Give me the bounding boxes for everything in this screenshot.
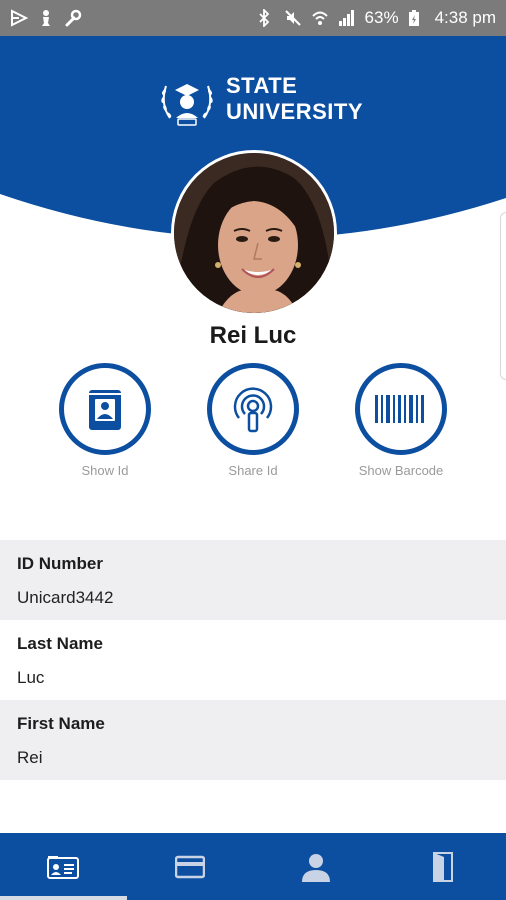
logo-line-2: UNIVERSITY [226,99,364,124]
info-label: First Name [17,714,105,733]
profile-photo [174,153,334,313]
show-barcode-circle[interactable] [355,363,447,455]
nav-id-card[interactable] [0,833,127,900]
info-list: ID Number Unicard3442 Last Name Luc Firs… [0,540,506,780]
info-row-id-number: ID Number Unicard3442 [0,540,506,620]
nav-profile[interactable] [253,833,380,900]
person-icon [302,853,331,882]
drawer-handle[interactable] [500,212,506,380]
show-id-circle[interactable] [59,363,151,455]
info-value: Rei [17,748,43,767]
info-value: Luc [17,668,45,687]
profile-name: Rei Luc [209,322,297,349]
info-label: ID Number [17,554,103,573]
nav-logout[interactable] [380,833,506,900]
signal-icon [338,9,356,27]
video-icon [10,9,29,27]
id-card-icon [85,390,125,430]
battery-percent: 63% [364,8,399,27]
avatar [171,150,337,316]
nav-card[interactable] [127,833,254,900]
logo-line-1: STATE [226,73,298,98]
laurel-crest-icon [161,84,213,126]
bluetooth-icon [257,7,275,29]
share-id-button[interactable]: Share Id [203,363,303,478]
info-row-last-name: Last Name Luc [0,620,506,700]
info-value: Unicard3442 [17,588,114,607]
clock: 4:38 pm [434,8,496,27]
show-barcode-button[interactable]: Show Barcode [351,363,451,478]
exit-door-icon [432,851,453,882]
id-card-icon [47,855,80,879]
share-id-circle[interactable] [207,363,299,455]
show-id-label: Show Id [81,463,129,478]
info-label: Last Name [17,634,103,653]
university-logo: STATE UNIVERSITY [156,68,363,130]
mute-icon [284,9,302,27]
broadcast-icon [233,387,273,433]
credit-card-icon [174,855,205,878]
barcode-icon [375,395,424,423]
show-id-button[interactable]: Show Id [55,363,155,478]
chess-pawn-icon [37,9,55,27]
wifi-icon [311,9,329,27]
share-id-label: Share Id [228,463,278,478]
bottom-navigation [0,833,506,900]
show-barcode-label: Show Barcode [358,463,444,478]
status-bar: 63% 4:38 pm [0,0,506,36]
info-row-first-name: First Name Rei [0,700,506,780]
wrench-icon [64,9,82,27]
battery-icon [408,9,426,27]
